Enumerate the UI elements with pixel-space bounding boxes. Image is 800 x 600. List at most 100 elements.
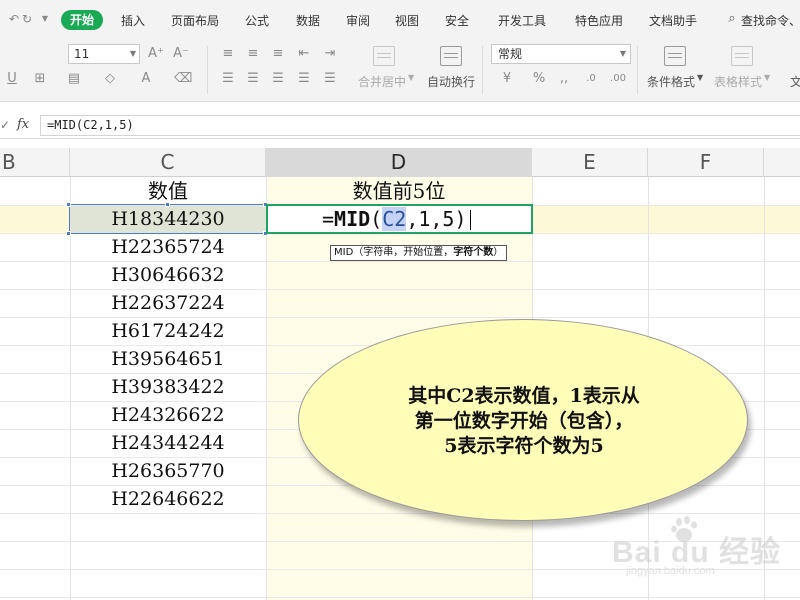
cell-c-value[interactable]: H22365724 — [70, 233, 266, 261]
menu-bar: ↶ ↻ ▼ 开始 插入 页面布局 公式 数据 审阅 视图 安全 开发工具 特色应… — [0, 0, 800, 40]
wrap-text-button[interactable]: 自动换行 — [427, 73, 475, 90]
font-size-value: 11 — [74, 47, 90, 61]
cell-c-value[interactable]: H24344244 — [70, 429, 266, 457]
reference-highlight-border — [69, 204, 267, 234]
formula-input[interactable]: =MID(C2,1,5) — [40, 115, 800, 136]
column-header-f[interactable]: F — [648, 148, 764, 177]
justify-icon[interactable]: ☰ — [296, 71, 312, 87]
formula-open-paren: ( — [370, 207, 383, 231]
column-header-e[interactable]: E — [532, 148, 648, 177]
align-center-icon[interactable]: ☰ — [245, 71, 261, 87]
cell-c-value[interactable]: H39383422 — [70, 373, 266, 401]
fill-color-icon[interactable]: ▤ — [66, 71, 82, 87]
table-style-button[interactable]: 表格样式 — [714, 73, 762, 90]
menu-view[interactable]: 视图 — [395, 12, 419, 30]
menu-page-layout[interactable]: 页面布局 — [171, 12, 219, 30]
menu-data[interactable]: 数据 — [296, 12, 320, 30]
menu-special-apps[interactable]: 特色应用 — [575, 12, 623, 30]
formula-arguments: ,1,5 — [406, 207, 455, 231]
menu-insert[interactable]: 插入 — [121, 12, 145, 30]
cell-d2-editor[interactable]: =MID(C2,1,5) — [266, 204, 533, 234]
clipped-ribbon-button[interactable]: 文 — [790, 73, 800, 90]
percent-icon[interactable]: % — [531, 71, 547, 87]
formula-function-name: MID — [334, 207, 371, 231]
menu-home[interactable]: 开始 — [61, 10, 104, 30]
insert-function-button[interactable]: fx — [17, 117, 29, 132]
number-format-select[interactable]: 常规 ▼ — [491, 44, 631, 64]
cell-c-value[interactable]: H61724242 — [70, 317, 266, 345]
table-style-dropdown-icon[interactable]: ▼ — [764, 73, 770, 82]
callout-line-3: 5表示字符个数为5 — [444, 435, 604, 457]
merge-center-icon — [373, 46, 395, 66]
menu-formulas[interactable]: 公式 — [245, 12, 269, 30]
in-cell-formula[interactable]: =MID(C2,1,5) — [322, 206, 467, 232]
dropdown-icon[interactable]: ▼ — [38, 12, 52, 26]
cell-c-value[interactable]: H22646622 — [70, 485, 266, 513]
align-top-icon[interactable]: ≡ — [220, 46, 236, 62]
formula-bar: ✓ fx =MID(C2,1,5) — [0, 113, 800, 139]
conditional-format-button[interactable]: 条件格式 — [647, 73, 695, 90]
currency-icon[interactable]: ¥ — [499, 71, 515, 87]
borders-icon[interactable]: ⊞ — [32, 71, 48, 87]
conditional-format-icon — [664, 46, 686, 66]
ribbon-toolbar: 11 ▼ A⁺ A⁻ U ⊞ ▤ ◇ A ⌫ ≡ ≡ ≡ ⇤ ⇥ ☰ ☰ ☰ ☰… — [0, 40, 800, 102]
underline-icon[interactable]: U — [4, 71, 20, 87]
formula-close-paren: ) — [454, 207, 467, 231]
decrease-decimal-icon[interactable]: .00 — [610, 71, 626, 87]
wrap-text-icon — [440, 46, 462, 66]
number-format-value: 常规 — [498, 47, 523, 61]
merge-dropdown-icon[interactable]: ▼ — [408, 73, 414, 82]
resize-handle[interactable] — [66, 202, 71, 207]
align-bottom-icon[interactable]: ≡ — [270, 46, 286, 62]
font-size-select[interactable]: 11 ▼ — [68, 44, 140, 64]
watermark-url: jingyan.baidu.com — [626, 565, 715, 577]
cell-c-value[interactable]: H26365770 — [70, 457, 266, 485]
distributed-icon[interactable]: ☰ — [322, 71, 338, 87]
merge-center-button[interactable]: 合并居中 — [358, 73, 406, 90]
indent-increase-icon[interactable]: ⇥ — [322, 46, 338, 62]
text-caret — [470, 210, 471, 230]
highlight-icon[interactable]: ◇ — [102, 71, 118, 87]
confirm-icon[interactable]: ✓ — [0, 118, 10, 132]
column-header-c[interactable]: C — [70, 148, 266, 177]
formula-equals: = — [322, 207, 335, 231]
redo-icon[interactable]: ↻ — [20, 12, 34, 26]
align-middle-icon[interactable]: ≡ — [245, 46, 261, 62]
cell-d1-header[interactable]: 数值前5位 — [266, 177, 532, 205]
table-style-icon — [731, 46, 753, 66]
thousands-icon[interactable]: ,, — [556, 71, 572, 87]
resize-handle[interactable] — [165, 202, 170, 207]
increase-decimal-icon[interactable]: .0 — [583, 71, 599, 87]
cell-c-value[interactable]: H39564651 — [70, 345, 266, 373]
align-right-icon[interactable]: ☰ — [270, 71, 286, 87]
indent-decrease-icon[interactable]: ⇤ — [296, 46, 312, 62]
function-signature-tooltip: MID（字符串，开始位置，字符个数） — [330, 245, 508, 261]
cell-c-value[interactable]: H22637224 — [70, 289, 266, 317]
ribbon-separator — [207, 46, 208, 94]
column-header-d[interactable]: D — [266, 148, 532, 177]
shrink-font-icon[interactable]: A⁻ — [173, 46, 189, 62]
menu-review[interactable]: 审阅 — [346, 12, 370, 30]
cell-c1-header[interactable]: 数值 — [70, 177, 266, 205]
grid-row-line — [0, 597, 800, 598]
cell-c-value[interactable]: H30646632 — [70, 261, 266, 289]
resize-handle[interactable] — [66, 231, 71, 236]
menu-security[interactable]: 安全 — [445, 12, 469, 30]
grid-column-line — [266, 177, 267, 600]
grow-font-icon[interactable]: A⁺ — [148, 46, 164, 62]
conditional-format-dropdown-icon[interactable]: ▼ — [697, 73, 703, 82]
menu-developer[interactable]: 开发工具 — [498, 12, 546, 30]
column-header-b[interactable]: B — [0, 148, 70, 177]
search-icon[interactable]: ⌕ — [725, 12, 739, 26]
column-header-bar: B C D E F — [0, 148, 800, 177]
command-search[interactable]: 查找命令、 — [741, 12, 800, 30]
callout-line-1: 其中C2表示数值，1表示从 — [408, 385, 640, 407]
undo-icon[interactable]: ↶ — [7, 12, 21, 26]
font-color-icon[interactable]: A — [138, 71, 154, 87]
chevron-down-icon: ▼ — [619, 49, 626, 58]
cell-c-value[interactable]: H24326622 — [70, 401, 266, 429]
menu-doc-assistant[interactable]: 文档助手 — [649, 12, 697, 30]
align-left-icon[interactable]: ☰ — [220, 71, 236, 87]
tooltip-signature: MID（字符串，开始位置， — [334, 247, 454, 258]
eraser-icon[interactable]: ⌫ — [174, 71, 192, 87]
